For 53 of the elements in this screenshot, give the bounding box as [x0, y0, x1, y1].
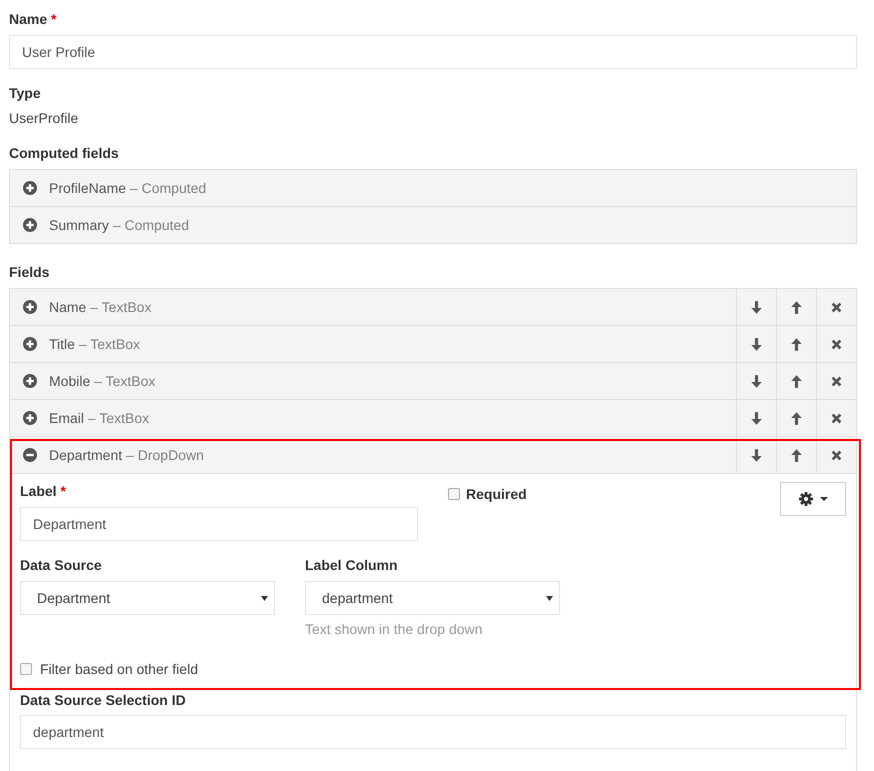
dropdown-select[interactable]: department	[305, 581, 560, 615]
field-title: Email – TextBox	[49, 408, 150, 428]
field-label: Label Column	[305, 556, 399, 575]
field-label: Name *	[9, 10, 58, 29]
field-title: Mobile – TextBox	[49, 372, 156, 390]
help-text: Text shown in the drop down	[305, 620, 484, 639]
caret-icon	[820, 497, 828, 501]
field-row[interactable]: Mobile – TextBox	[10, 363, 856, 400]
up-arrow-icon	[791, 448, 802, 462]
field-row[interactable]: Email – TextBox	[10, 400, 856, 437]
type-value: UserProfile	[9, 109, 80, 128]
field-label: Computed fields	[9, 144, 120, 163]
field-label: Type	[9, 84, 42, 103]
field-title: Department – DropDown	[49, 446, 204, 465]
field-label: Fields	[9, 263, 50, 282]
field-row[interactable]: Department – DropDown	[10, 437, 856, 474]
text-input[interactable]: User Profile	[9, 35, 857, 69]
checkbox[interactable]	[448, 488, 460, 500]
field-label: Label *	[20, 482, 67, 501]
field-label: Data Source Selection ID	[20, 691, 187, 710]
gear-icon	[798, 492, 812, 506]
down-arrow-icon	[751, 300, 762, 314]
field-title: Title – TextBox	[49, 334, 140, 354]
close-icon	[831, 376, 842, 386]
field-title: ProfileName – Computed	[49, 178, 206, 198]
up-arrow-icon	[791, 300, 802, 314]
field-title: Name – TextBox	[49, 298, 152, 316]
field-row[interactable]: Summary – Computed	[10, 207, 856, 244]
down-arrow-icon	[751, 374, 762, 388]
field-row[interactable]: ProfileName – Computed	[10, 170, 856, 207]
close-icon	[831, 412, 842, 424]
checkbox-label: Required	[466, 484, 527, 504]
up-arrow-icon	[791, 374, 802, 388]
up-arrow-icon	[791, 412, 802, 424]
close-icon	[831, 450, 842, 460]
down-arrow-icon	[751, 412, 762, 424]
field-row[interactable]: Name – TextBox	[10, 289, 856, 326]
field-title: Summary – Computed	[49, 216, 190, 235]
up-arrow-icon	[791, 338, 802, 350]
dropdown-select[interactable]: Department	[20, 581, 275, 615]
settings-button[interactable]	[780, 482, 846, 516]
checkbox-label: Filter based on other field	[40, 660, 198, 678]
caret-icon	[261, 596, 268, 600]
field-label: Data Source	[20, 556, 103, 575]
close-icon	[831, 338, 842, 350]
text-input[interactable]: Department	[20, 507, 418, 541]
down-arrow-icon	[751, 448, 762, 462]
field-row[interactable]: Title – TextBox	[10, 326, 856, 363]
caret-icon	[546, 596, 553, 600]
text-input[interactable]: department	[20, 715, 846, 749]
checkbox[interactable]	[20, 663, 32, 675]
close-icon	[831, 302, 842, 312]
down-arrow-icon	[751, 338, 762, 350]
